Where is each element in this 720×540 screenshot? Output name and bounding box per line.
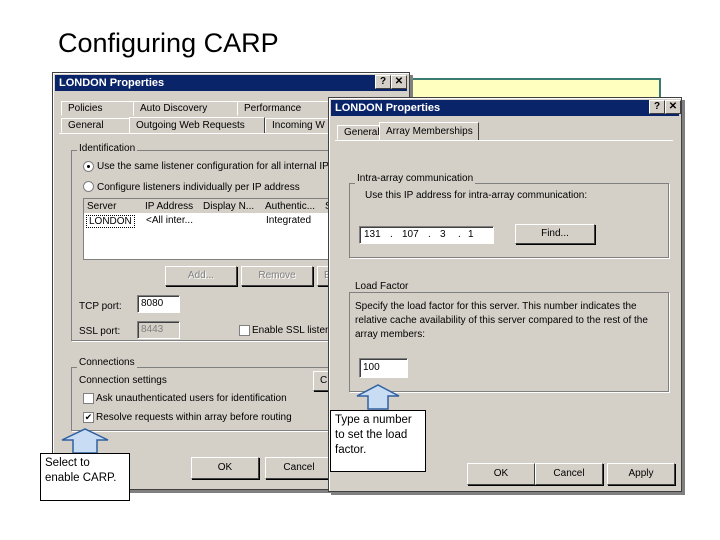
radio-same-listener[interactable] — [83, 161, 94, 172]
tcp-port-input[interactable]: 8080 — [137, 295, 180, 313]
callout-arrow-right-icon — [356, 384, 400, 410]
cell-auth: Integrated — [266, 215, 312, 226]
enable-ssl-label: Enable SSL listen — [252, 325, 331, 336]
ip-octet-4: 1 — [468, 229, 474, 240]
enable-ssl-checkbox[interactable] — [239, 325, 250, 336]
ip-dot-1: . — [390, 229, 393, 240]
load-factor-description: Specify the load factor for this server.… — [355, 301, 648, 340]
dialog-title: LONDON Properties — [59, 77, 165, 89]
radio-individual-listener[interactable] — [83, 181, 94, 192]
ip-dot-3: . — [458, 229, 461, 240]
help-button[interactable]: ? — [375, 75, 391, 89]
ask-unauthenticated-checkbox[interactable] — [83, 393, 94, 404]
ssl-port-input[interactable]: 8443 — [137, 321, 180, 339]
tab-outgoing-web-requests[interactable]: Outgoing Web Requests — [129, 117, 265, 134]
close-button[interactable]: ✕ — [665, 100, 681, 114]
ip-dot-2: . — [428, 229, 431, 240]
col-authentication[interactable]: Authentic... — [265, 201, 315, 212]
help-button[interactable]: ? — [649, 100, 665, 114]
load-factor-input[interactable]: 100 — [359, 358, 408, 378]
tab-general[interactable]: General — [61, 118, 137, 133]
ask-unauthenticated-label: Ask unauthenticated users for identifica… — [96, 393, 287, 404]
connection-settings-label: Connection settings — [79, 375, 167, 386]
slide-title: Configuring CARP — [58, 28, 279, 58]
intra-array-description: Use this IP address for intra-array comm… — [365, 190, 588, 201]
tab-policies[interactable]: Policies — [61, 101, 141, 116]
dialog-titlebar: LONDON Properties — [55, 75, 407, 91]
cell-ip: <All inter... — [146, 215, 193, 226]
connections-label: Connections — [77, 357, 137, 368]
tcp-port-label: TCP port: — [79, 301, 122, 312]
dialog-title: LONDON Properties — [335, 102, 441, 114]
ok-button[interactable]: OK — [191, 457, 259, 479]
apply-button[interactable]: Apply — [607, 463, 675, 485]
callout-load-factor: Type a number to set the load factor. — [330, 410, 426, 472]
col-server[interactable]: Server — [87, 201, 137, 212]
tab-panel-border — [335, 140, 673, 141]
find-button[interactable]: Find... — [515, 224, 595, 244]
cancel-button[interactable]: Cancel — [265, 457, 333, 479]
remove-button[interactable]: Remove — [241, 266, 313, 286]
col-ip-address[interactable]: IP Address — [145, 201, 193, 212]
intra-array-label: Intra-array communication — [355, 173, 476, 184]
col-display-name[interactable]: Display N... — [203, 201, 254, 212]
cancel-button[interactable]: Cancel — [535, 463, 603, 485]
add-button[interactable]: Add... — [165, 266, 237, 286]
tab-auto-discovery[interactable]: Auto Discovery — [133, 101, 243, 116]
tab-array-memberships[interactable]: Array Memberships — [379, 122, 479, 141]
resolve-requests-checkbox[interactable]: ✔ — [83, 412, 94, 423]
ip-address-input[interactable]: 131 . 107 . 3 . 1 — [359, 226, 494, 244]
ip-octet-3: 3 — [440, 229, 446, 240]
ip-octet-1: 131 — [364, 229, 381, 240]
ip-octet-2: 107 — [402, 229, 419, 240]
radio-individual-listener-label: Configure listeners individually per IP … — [97, 182, 300, 193]
ok-button[interactable]: OK — [467, 463, 535, 485]
radio-same-listener-label: Use the same listener configuration for … — [97, 161, 337, 172]
callout-arrow-left-icon — [61, 428, 109, 454]
callout-select-carp: Select to enable CARP. — [40, 453, 130, 501]
resolve-requests-label: Resolve requests within array before rou… — [96, 412, 292, 423]
cell-server: LONDON — [86, 215, 135, 228]
close-button[interactable]: ✕ — [391, 75, 407, 89]
ssl-port-label: SSL port: — [79, 326, 121, 337]
tab-performance[interactable]: Performance — [237, 101, 341, 116]
dialog-titlebar: LONDON Properties — [331, 100, 679, 116]
load-factor-label: Load Factor — [353, 281, 411, 292]
identification-label: Identification — [77, 143, 138, 154]
